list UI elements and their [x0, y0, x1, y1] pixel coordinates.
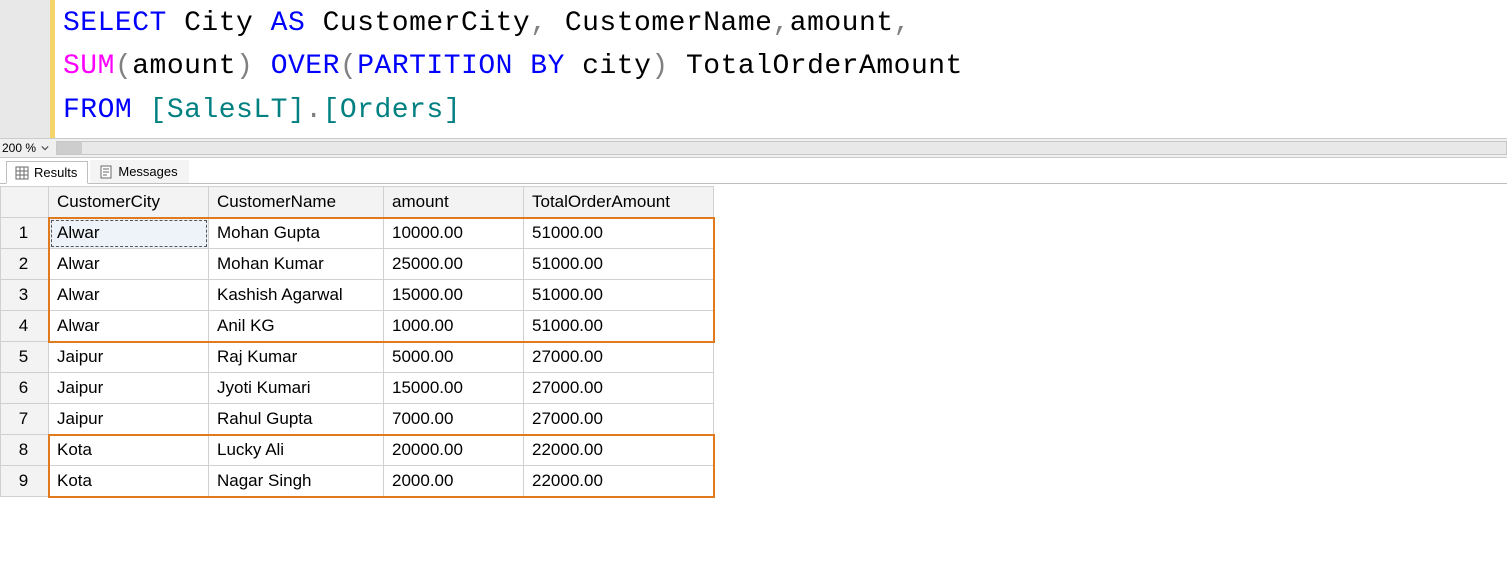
cell[interactable]: 22000.00 — [524, 435, 714, 466]
cell[interactable]: 15000.00 — [384, 280, 524, 311]
table-row[interactable]: 2AlwarMohan Kumar25000.0051000.00 — [1, 249, 714, 280]
row-number[interactable]: 7 — [1, 404, 49, 435]
cell[interactable]: 2000.00 — [384, 466, 524, 497]
cell[interactable]: Nagar Singh — [209, 466, 384, 497]
cell[interactable]: Jaipur — [49, 373, 209, 404]
cell[interactable]: 27000.00 — [524, 342, 714, 373]
row-number[interactable]: 6 — [1, 373, 49, 404]
cell[interactable]: Alwar — [49, 311, 209, 342]
row-number[interactable]: 5 — [1, 342, 49, 373]
sql-editor[interactable]: SELECT City AS CustomerCity, CustomerNam… — [0, 0, 1507, 138]
table-row[interactable]: 8KotaLucky Ali20000.0022000.00 — [1, 435, 714, 466]
cell[interactable]: Alwar — [49, 249, 209, 280]
cell[interactable]: Kota — [49, 435, 209, 466]
row-number[interactable]: 8 — [1, 435, 49, 466]
cell[interactable]: 51000.00 — [524, 280, 714, 311]
col-header[interactable]: CustomerName — [209, 187, 384, 218]
col-header[interactable]: TotalOrderAmount — [524, 187, 714, 218]
tab-messages-label: Messages — [118, 164, 177, 179]
editor-gutter — [0, 0, 55, 138]
tab-results[interactable]: Results — [6, 161, 88, 184]
cell[interactable]: Mohan Gupta — [209, 218, 384, 249]
table-row[interactable]: 6JaipurJyoti Kumari15000.0027000.00 — [1, 373, 714, 404]
cell[interactable]: Mohan Kumar — [209, 249, 384, 280]
cell[interactable]: Anil KG — [209, 311, 384, 342]
cell[interactable]: 27000.00 — [524, 373, 714, 404]
cell[interactable]: 15000.00 — [384, 373, 524, 404]
tab-results-label: Results — [34, 165, 77, 180]
corner-cell[interactable] — [1, 187, 49, 218]
row-number[interactable]: 2 — [1, 249, 49, 280]
cell[interactable]: 1000.00 — [384, 311, 524, 342]
cell[interactable]: Jaipur — [49, 404, 209, 435]
cell[interactable]: Kashish Agarwal — [209, 280, 384, 311]
cell[interactable]: 10000.00 — [384, 218, 524, 249]
horizontal-scrollbar[interactable] — [56, 141, 1507, 155]
scrollbar-thumb[interactable] — [57, 142, 82, 154]
results-grid-wrap: CustomerCity CustomerName amount TotalOr… — [0, 184, 1507, 497]
document-icon — [99, 165, 113, 179]
col-header[interactable]: amount — [384, 187, 524, 218]
table-row[interactable]: 9KotaNagar Singh2000.0022000.00 — [1, 466, 714, 497]
cell[interactable]: 51000.00 — [524, 311, 714, 342]
cell[interactable]: Alwar — [49, 218, 209, 249]
row-number[interactable]: 4 — [1, 311, 49, 342]
cell[interactable]: Kota — [49, 466, 209, 497]
cell[interactable]: Raj Kumar — [209, 342, 384, 373]
cell[interactable]: 22000.00 — [524, 466, 714, 497]
row-number[interactable]: 1 — [1, 218, 49, 249]
cell[interactable]: 25000.00 — [384, 249, 524, 280]
cell[interactable]: Jaipur — [49, 342, 209, 373]
table-row[interactable]: 7JaipurRahul Gupta7000.0027000.00 — [1, 404, 714, 435]
zoom-value[interactable]: 200 % — [0, 141, 40, 155]
results-grid[interactable]: CustomerCity CustomerName amount TotalOr… — [0, 186, 714, 497]
cell[interactable]: 20000.00 — [384, 435, 524, 466]
zoom-bar: 200 % — [0, 138, 1507, 158]
grid-icon — [15, 166, 29, 180]
cell[interactable]: Jyoti Kumari — [209, 373, 384, 404]
table-row[interactable]: 5JaipurRaj Kumar5000.0027000.00 — [1, 342, 714, 373]
cell[interactable]: Lucky Ali — [209, 435, 384, 466]
cell[interactable]: 51000.00 — [524, 249, 714, 280]
cell[interactable]: 7000.00 — [384, 404, 524, 435]
col-header[interactable]: CustomerCity — [49, 187, 209, 218]
chevron-down-icon[interactable] — [40, 143, 50, 153]
cell[interactable]: 27000.00 — [524, 404, 714, 435]
table-row[interactable]: 1AlwarMohan Gupta10000.0051000.00 — [1, 218, 714, 249]
cell[interactable]: Alwar — [49, 280, 209, 311]
table-row[interactable]: 4AlwarAnil KG1000.0051000.00 — [1, 311, 714, 342]
cell[interactable]: 51000.00 — [524, 218, 714, 249]
result-tabs: Results Messages — [0, 158, 1507, 184]
cell[interactable]: 5000.00 — [384, 342, 524, 373]
table-row[interactable]: 3AlwarKashish Agarwal15000.0051000.00 — [1, 280, 714, 311]
tab-messages[interactable]: Messages — [90, 160, 188, 183]
row-number[interactable]: 9 — [1, 466, 49, 497]
code-text[interactable]: SELECT City AS CustomerCity, CustomerNam… — [55, 0, 1507, 138]
cell[interactable]: Rahul Gupta — [209, 404, 384, 435]
row-number[interactable]: 3 — [1, 280, 49, 311]
